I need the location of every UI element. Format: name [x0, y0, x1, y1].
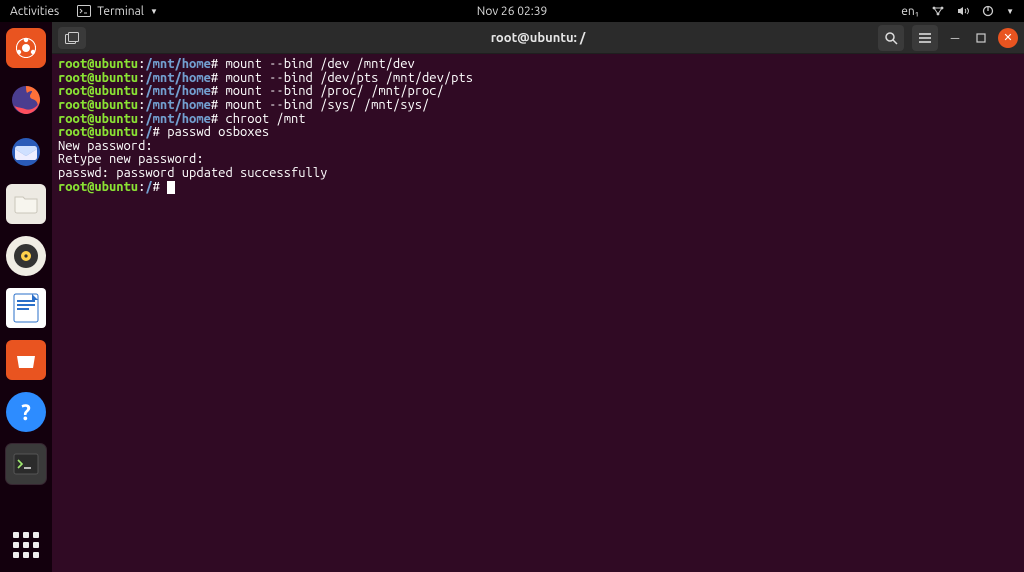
output-line: Retype new password: — [58, 152, 204, 166]
terminal-content[interactable]: root@ubuntu:/mnt/home# mount --bind /dev… — [52, 54, 1024, 572]
chevron-down-icon: ▼ — [150, 7, 158, 16]
prompt-path: /mnt/home — [145, 57, 211, 71]
window-titlebar: root@ubuntu: / ─ ✕ — [52, 22, 1024, 54]
app-menu-label: Terminal — [97, 5, 144, 18]
dock-software[interactable] — [6, 340, 46, 380]
window-title: root@ubuntu: / — [491, 31, 586, 45]
input-language-indicator[interactable]: en₁ — [901, 5, 919, 18]
dock-libreoffice-writer[interactable] — [6, 288, 46, 328]
power-icon[interactable] — [982, 5, 994, 17]
terminal-icon — [77, 5, 91, 17]
activities-button[interactable]: Activities — [10, 5, 59, 18]
gnome-topbar: Activities Terminal ▼ Nov 26 02:39 en₁ ▼ — [0, 0, 1024, 22]
ubuntu-dock: ? — [0, 22, 52, 572]
dock-firefox[interactable] — [6, 80, 46, 120]
dock-files[interactable] — [6, 184, 46, 224]
output-line: New password: — [58, 139, 153, 153]
terminal-cursor — [167, 181, 175, 194]
dock-terminal[interactable] — [6, 444, 46, 484]
dock-thunderbird[interactable] — [6, 132, 46, 172]
chevron-down-icon[interactable]: ▼ — [1006, 7, 1014, 16]
clock[interactable]: Nov 26 02:39 — [477, 5, 547, 18]
prompt-user: root@ubuntu — [58, 57, 138, 71]
search-button[interactable] — [878, 25, 904, 51]
dock-help[interactable]: ? — [6, 392, 46, 432]
output-line: passwd: password updated successfully — [58, 166, 327, 180]
minimize-button[interactable]: ─ — [946, 29, 964, 47]
maximize-button[interactable] — [972, 29, 990, 47]
show-applications-button[interactable] — [13, 532, 39, 558]
new-tab-button[interactable] — [58, 27, 86, 49]
network-icon[interactable] — [931, 5, 945, 17]
terminal-window: root@ubuntu: / ─ ✕ root@ubuntu:/mnt/home… — [52, 22, 1024, 572]
dock-system-settings[interactable] — [6, 28, 46, 68]
close-button[interactable]: ✕ — [998, 28, 1018, 48]
dock-rhythmbox[interactable] — [6, 236, 46, 276]
command-text: mount --bind /dev /mnt/dev — [225, 57, 414, 71]
volume-icon[interactable] — [957, 5, 970, 17]
hamburger-menu-button[interactable] — [912, 25, 938, 51]
app-menu[interactable]: Terminal ▼ — [77, 5, 158, 18]
